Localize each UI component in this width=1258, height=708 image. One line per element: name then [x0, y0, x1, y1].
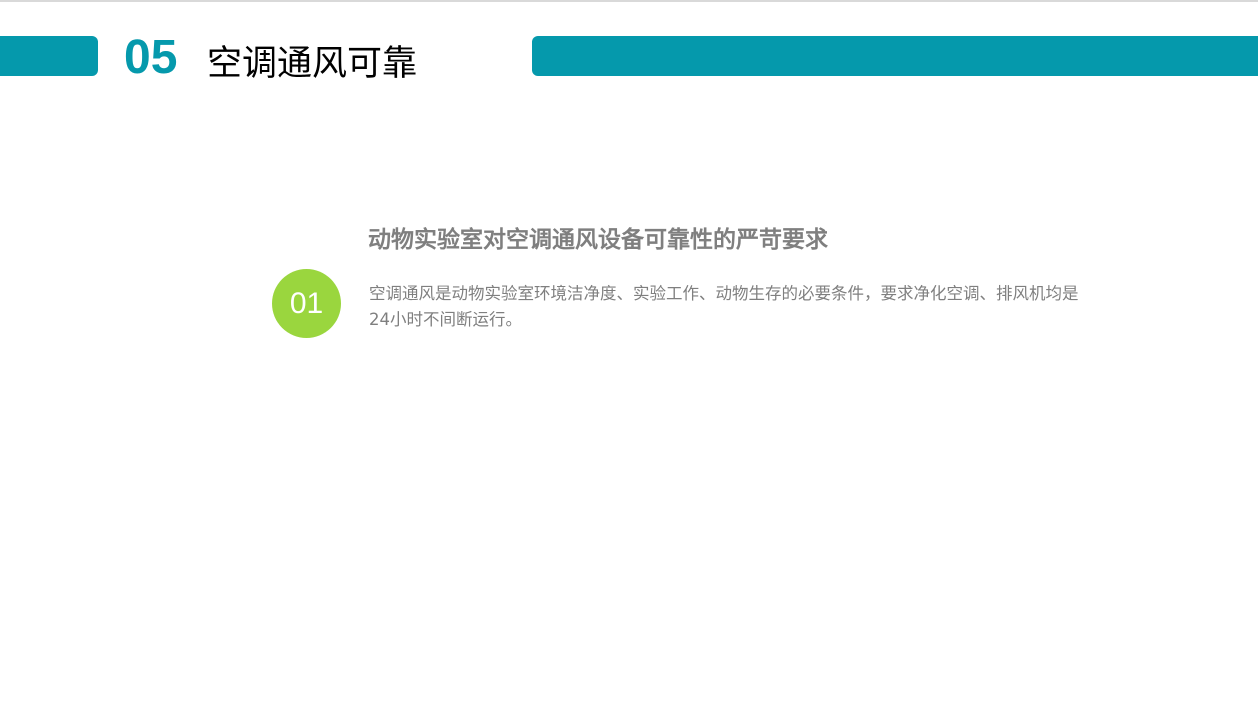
section-title: 空调通风可靠 — [207, 44, 418, 84]
section-number: 05 — [124, 31, 178, 84]
header-accent-bar-left — [0, 36, 98, 76]
point-number-badge: 01 — [272, 269, 341, 338]
header-accent-bar-right — [532, 36, 1258, 76]
point-heading: 动物实验室对空调通风设备可靠性的严苛要求 — [368, 227, 828, 253]
point-number: 01 — [289, 286, 324, 320]
top-divider — [0, 0, 1258, 2]
slide: 05 空调通风可靠 01 动物实验室对空调通风设备可靠性的严苛要求 空调通风是动… — [0, 0, 1258, 708]
point-body: 空调通风是动物实验室环境洁净度、实验工作、动物生存的必要条件，要求净化空调、排风… — [369, 284, 1079, 329]
